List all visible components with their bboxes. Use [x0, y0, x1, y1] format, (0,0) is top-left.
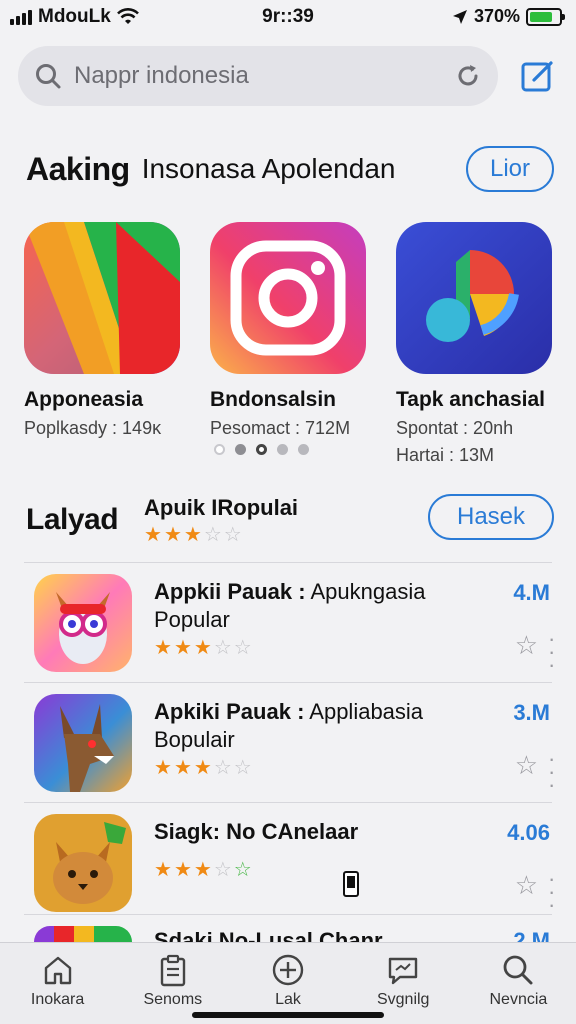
see-all-button[interactable]: Lior	[466, 146, 554, 192]
compose-icon	[521, 61, 553, 92]
divider	[24, 682, 552, 683]
app-meta: Pesomact : 712M	[210, 418, 351, 438]
search-input[interactable]: Nappr indonesia	[18, 46, 498, 106]
tab-label: Svgnilg	[376, 991, 430, 1008]
section-subtitle-group: Apuik IRopulai ★ ★ ★ ☆ ☆	[144, 495, 298, 545]
app-info: Siagk: No CAnelaar ★ ★ ★ ☆ ☆	[154, 818, 474, 880]
plus-circle-icon	[272, 954, 304, 986]
featured-carousel[interactable]: Apponeasia Poplkasdy : 149ĸ Bndonsalsin …	[24, 222, 564, 465]
more-vertical-icon[interactable]: · · ·	[548, 868, 555, 916]
tab-home[interactable]: Inokara	[0, 943, 115, 1024]
app-category: Popular	[154, 607, 230, 632]
favorite-star-icon[interactable]: ☆	[515, 630, 538, 661]
app-meta: Spontat : 20nh	[396, 418, 514, 438]
compose-button[interactable]	[518, 56, 558, 96]
search-row: Nappr indonesia	[18, 46, 558, 106]
tab-label: Lak	[275, 991, 301, 1008]
pager-dot[interactable]	[214, 444, 225, 455]
download-count: 4.06	[507, 820, 550, 845]
search-query: Nappr indonesia	[74, 62, 249, 89]
pager-dot[interactable]	[235, 444, 246, 455]
favorite-star-icon[interactable]: ☆	[515, 750, 538, 781]
camera-app-icon	[210, 222, 366, 374]
home-indicator[interactable]	[192, 1012, 384, 1018]
app-name-partial: Sdaki No-Lusal Chanr	[154, 928, 383, 942]
app-category: Bopulair	[154, 727, 235, 752]
section-title: Lalyad	[26, 503, 119, 536]
app-name: Bndonsalsin	[210, 388, 337, 411]
app-meta: Poplkasdy : 149ĸ	[24, 418, 162, 438]
app-icon	[24, 222, 180, 374]
featured-app-card[interactable]: Apponeasia Poplkasdy : 149ĸ	[24, 222, 194, 439]
search-icon	[504, 955, 533, 985]
rating-stars: ★ ★ ★ ☆ ☆	[154, 757, 252, 779]
download-count: 3.M	[513, 700, 550, 725]
featured-app-card[interactable]: Bndonsalsin Pesomact : 712M	[210, 222, 380, 439]
favorite-star-icon[interactable]: ☆	[515, 870, 538, 901]
section-subtitle: Insonasa Apolendan	[141, 153, 396, 184]
pager-dot[interactable]	[298, 444, 309, 455]
app-name: Apkiki Pauak : Appliabasia	[154, 699, 424, 724]
section-header-popular: Lalyad Apuik IRopulai ★ ★ ★ ☆ ☆ Hasek	[26, 490, 554, 550]
app-icon-partial	[34, 926, 132, 942]
list-item[interactable]: Apkiki Pauak : Appliabasia Bopulair ★ ★ ★ ☆…	[0, 684, 576, 804]
more-vertical-icon[interactable]: · · ·	[548, 628, 555, 676]
music-app-icon	[396, 222, 552, 374]
app-meta-secondary: Hartai : 13M	[396, 445, 495, 465]
battery-icon	[526, 7, 565, 26]
refresh-icon[interactable]	[454, 62, 482, 90]
download-count: 4.M	[513, 580, 550, 605]
tab-search[interactable]: Nevncia	[461, 943, 576, 1024]
carousel-pager[interactable]	[214, 444, 309, 455]
app-icon	[34, 814, 132, 912]
section-title: Aaking	[26, 150, 130, 187]
more-vertical-icon[interactable]: · · ·	[548, 748, 555, 796]
divider	[24, 562, 552, 563]
pager-dot[interactable]	[277, 444, 288, 455]
section-header-ranking: Aaking Insonasa Apolendan Lior	[26, 142, 554, 196]
home-icon	[44, 956, 71, 985]
battery-percent: 370%	[473, 6, 520, 26]
tab-label: Nevncia	[489, 991, 548, 1008]
app-name: Tapk anchasial	[396, 388, 546, 411]
rating-stars: ★ ★ ★ ☆ ☆	[154, 637, 252, 659]
search-icon	[36, 64, 61, 89]
app-icon	[34, 694, 132, 792]
clipboard-icon	[160, 954, 185, 987]
cursor-icon	[343, 871, 359, 897]
pager-dot-active[interactable]	[256, 444, 267, 455]
app-icon	[34, 574, 132, 672]
app-name: Siagk: No CAnelaar	[154, 819, 359, 844]
list-item[interactable]: Siagk: No CAnelaar ★ ★ ★ ☆ ☆ 4.06 ☆ · · ·	[0, 804, 576, 924]
divider	[24, 802, 552, 803]
featured-app-card[interactable]: Tapk anchasial Spontat : 20nh Hartai : 1…	[396, 222, 566, 466]
more-button[interactable]: Hasek	[428, 494, 554, 540]
app-info: Apkiki Pauak : Appliabasia Bopulair ★ ★ ★ ☆…	[154, 698, 474, 778]
status-right: 370%	[452, 6, 565, 27]
tab-label: Inokara	[30, 991, 85, 1008]
rating-stars: ★ ★ ★ ☆ ☆	[154, 859, 252, 881]
app-name: Appkii Pauak : Apukngasia	[154, 579, 426, 604]
list-item[interactable]: Appkii Pauak : Apukngasia Popular ★ ★ ★ ☆ ☆ …	[0, 564, 576, 684]
app-name: Apponeasia	[24, 388, 144, 411]
app-info: Appkii Pauak : Apukngasia Popular ★ ★ ★ ☆ ☆	[154, 578, 474, 658]
tab-label: Senoms	[143, 991, 203, 1008]
download-count-partial: 2.M	[513, 928, 550, 942]
section-subtitle: Apuik IRopulai	[144, 495, 299, 520]
status-bar: MdouLk 9r::39 370%	[0, 0, 576, 36]
divider	[24, 914, 552, 915]
location-arrow-icon	[452, 9, 467, 24]
chat-icon	[389, 957, 418, 985]
rating-stars: ★ ★ ★ ☆ ☆	[144, 524, 242, 546]
